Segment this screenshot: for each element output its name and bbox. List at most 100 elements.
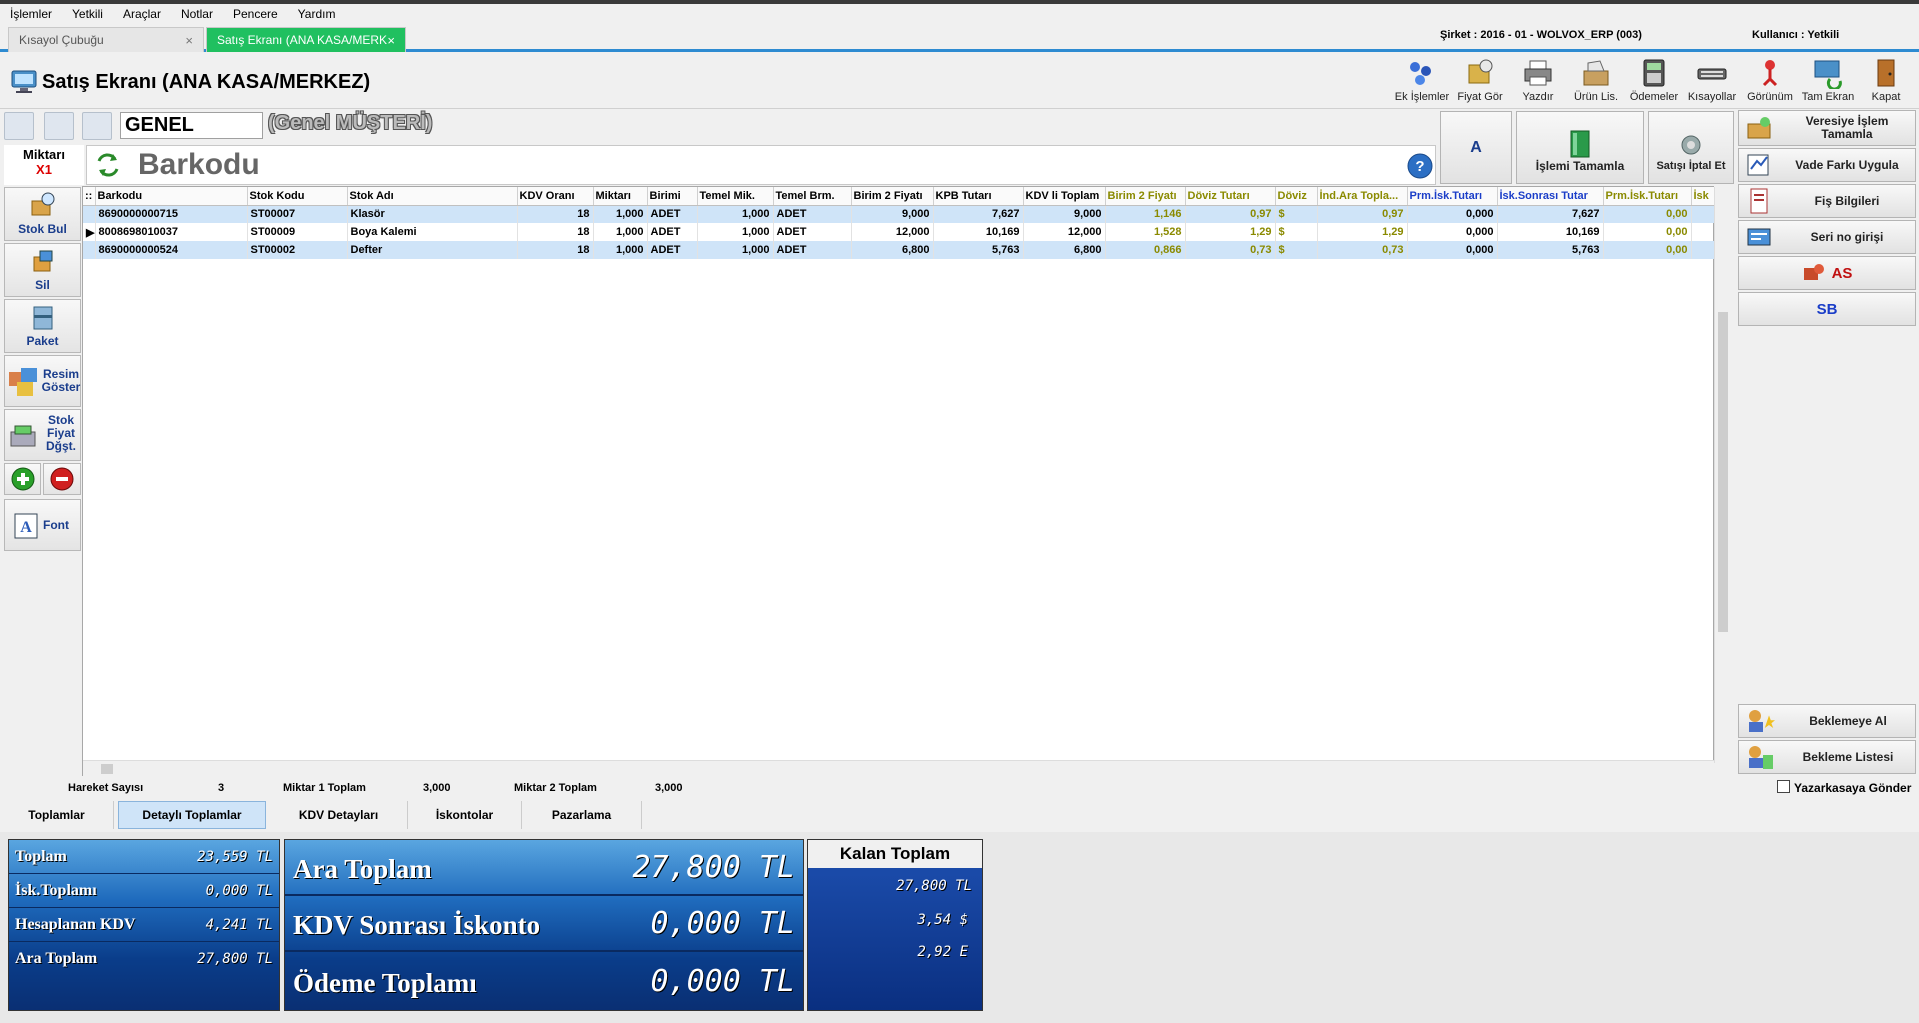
toolbar-label: Fiyat Gör — [1457, 91, 1503, 103]
resim-goster-label: Resim Göster — [41, 367, 81, 394]
customer-code-field[interactable]: GENEL — [120, 112, 263, 139]
sil-button[interactable]: Sil — [4, 243, 81, 297]
image-show-icon — [9, 368, 37, 396]
col-kdv-orani[interactable]: KDV Oranı — [517, 187, 594, 206]
tab-satis-ekrani[interactable]: Satış Ekranı (ANA KASA/MERK × — [206, 27, 406, 52]
table-row[interactable]: 8690000000524 ST00002 Defter 18 1,000 AD… — [83, 241, 1716, 259]
as-label: AS — [1831, 264, 1853, 282]
paket-label: Paket — [26, 334, 59, 348]
close-icon[interactable]: × — [185, 33, 193, 48]
gear-icon — [1681, 135, 1701, 154]
customer-people-icon[interactable] — [82, 112, 112, 140]
cell-prm-isk: 0,000 — [1407, 223, 1498, 241]
right-action-panel: Veresiye İşlem Tamamla Vade Farkı Uygula… — [1738, 110, 1916, 775]
gorunum-button[interactable]: Görünüm — [1742, 57, 1798, 107]
bekleme-listesi-button[interactable]: Bekleme Listesi — [1738, 740, 1916, 774]
col-isk-sonrasi-tutar[interactable]: İsk.Sonrası Tutar — [1497, 187, 1604, 206]
a-button[interactable]: A — [1440, 111, 1512, 184]
complete-button[interactable]: İşlemi Tamamla — [1516, 111, 1644, 184]
col-temel-brm[interactable]: Temel Brm. — [773, 187, 852, 206]
cell-kdvli-toplam: 9,000 — [1023, 205, 1106, 223]
col-birimi[interactable]: Birimi — [647, 187, 698, 206]
cell-kdvli-toplam: 6,800 — [1023, 241, 1106, 259]
cell-kdv: 18 — [517, 241, 594, 259]
quantity-box[interactable]: Miktarı X1 — [4, 145, 84, 185]
cancel-sale-button[interactable]: Satışı İptal Et — [1648, 111, 1734, 184]
sales-grid[interactable]: :: Barkodu Stok Kodu Stok Adı KDV Oranı … — [82, 186, 1716, 776]
cell-kdv: 18 — [517, 205, 594, 223]
cancel-sale-label: Satışı İptal Et — [1656, 159, 1726, 172]
cell-miktar: 1,000 — [593, 223, 648, 241]
barcode-refresh-icon[interactable] — [93, 151, 123, 179]
sb-label: SB — [1816, 300, 1838, 318]
remove-row-button[interactable] — [43, 463, 81, 495]
col-kdvli-toplam[interactable]: KDV li Toplam — [1023, 187, 1106, 206]
small-totals-panel: Toplam 23,559 TL İsk.Toplamı 0,000 TL He… — [8, 839, 280, 1011]
odemeler-button[interactable]: Ödemeler — [1626, 57, 1682, 107]
fullscreen-icon — [1814, 60, 1842, 89]
col-prm-isk-tutari-2[interactable]: Prm.İsk.Tutarı — [1603, 187, 1692, 206]
table-row[interactable]: ▶ 8008698010037 ST00009 Boya Kalemi 18 1… — [83, 223, 1716, 241]
row-indicator: ▶ — [83, 223, 96, 241]
col-stok-kodu[interactable]: Stok Kodu — [247, 187, 348, 206]
scroll-thumb[interactable] — [1718, 312, 1728, 632]
menu-araclar[interactable]: Araçlar — [113, 7, 171, 21]
ek-islemler-button[interactable]: Ek İşlemler — [1394, 57, 1450, 107]
close-icon[interactable]: × — [387, 33, 395, 48]
col-stok-adi[interactable]: Stok Adı — [347, 187, 518, 206]
beklemeye-al-button[interactable]: Beklemeye Al — [1738, 704, 1916, 738]
kisayollar-button[interactable]: Kısayollar — [1684, 57, 1740, 107]
urun-lis-button[interactable]: Ürün Lis. — [1568, 57, 1624, 107]
veresiye-button[interactable]: Veresiye İşlem Tamamla — [1738, 110, 1916, 146]
seri-no-button[interactable]: Seri no girişi — [1738, 220, 1916, 254]
resim-goster-button[interactable]: Resim Göster — [4, 355, 81, 407]
horizontal-scrollbar[interactable] — [83, 760, 1714, 776]
customer-card-icon[interactable] — [44, 112, 74, 140]
stok-bul-button[interactable]: Stok Bul — [4, 187, 81, 241]
tam-ekran-button[interactable]: Tam Ekran — [1800, 57, 1856, 107]
menu-pencere[interactable]: Pencere — [223, 7, 288, 21]
vertical-scrollbar[interactable] — [1714, 187, 1730, 763]
customer-select-icon[interactable] — [4, 112, 34, 140]
col-birim2-fiyati[interactable]: Birim 2 Fiyatı — [851, 187, 934, 206]
menu-yardim[interactable]: Yardım — [288, 7, 346, 21]
yazarkasa-checkbox[interactable] — [1777, 780, 1790, 793]
col-prm-isk-tutari[interactable]: Prm.İsk.Tutarı — [1407, 187, 1498, 206]
col-doviz[interactable]: Döviz — [1275, 187, 1318, 206]
paket-button[interactable]: Paket — [4, 299, 81, 353]
col-barkodu[interactable]: Barkodu — [95, 187, 248, 206]
toolbar-label: Kapat — [1871, 91, 1901, 103]
tab-kisayol[interactable]: Kısayol Çubuğu × — [8, 27, 204, 52]
fiyat-gor-button[interactable]: Fiyat Gör — [1452, 57, 1508, 107]
col-miktari[interactable]: Miktarı — [593, 187, 648, 206]
vade-farki-button[interactable]: Vade Farkı Uygula — [1738, 148, 1916, 182]
kapat-button[interactable]: Kapat — [1858, 57, 1914, 107]
tab-kdv-detaylari[interactable]: KDV Detayları — [270, 801, 408, 829]
totals-tabs: Toplamlar Detaylı Toplamlar KDV Detaylar… — [0, 799, 1919, 831]
fis-bilgileri-button[interactable]: Fiş Bilgileri — [1738, 184, 1916, 218]
col-isk[interactable]: İsk — [1691, 187, 1716, 206]
tab-detayli-toplamlar[interactable]: Detaylı Toplamlar — [118, 801, 266, 829]
col-temel-mik[interactable]: Temel Mik. — [697, 187, 774, 206]
tab-iskontolar[interactable]: İskontolar — [408, 801, 522, 829]
yazdir-button[interactable]: Yazdır — [1510, 57, 1566, 107]
font-button[interactable]: A Font — [4, 499, 81, 551]
tab-pazarlama[interactable]: Pazarlama — [522, 801, 642, 829]
sb-button[interactable]: SB — [1738, 292, 1916, 326]
col-ind-ara-toplam[interactable]: İnd.Ara Topla... — [1317, 187, 1408, 206]
menu-islemler[interactable]: İşlemler — [0, 7, 62, 21]
credit-complete-icon — [1747, 117, 1771, 139]
as-button[interactable]: AS — [1738, 256, 1916, 290]
col-kpb-tutari[interactable]: KPB Tutarı — [933, 187, 1024, 206]
barcode-input[interactable]: ? — [86, 145, 1436, 185]
help-icon[interactable]: ? — [1407, 153, 1433, 179]
stok-fiyat-button[interactable]: Stok Fiyat Dğşt. — [4, 409, 81, 461]
table-row[interactable]: 8690000000715 ST00007 Klasör 18 1,000 AD… — [83, 205, 1716, 223]
menu-yetkili[interactable]: Yetkili — [62, 7, 113, 21]
tab-toplamlar[interactable]: Toplamlar — [0, 801, 114, 829]
col-birim2-fiyati-doviz[interactable]: Birim 2 Fiyatı — [1105, 187, 1186, 206]
col-doviz-tutari[interactable]: Döviz Tutarı — [1185, 187, 1276, 206]
menu-notlar[interactable]: Notlar — [171, 7, 223, 21]
add-row-button[interactable] — [4, 463, 41, 495]
scroll-thumb[interactable] — [101, 764, 113, 774]
